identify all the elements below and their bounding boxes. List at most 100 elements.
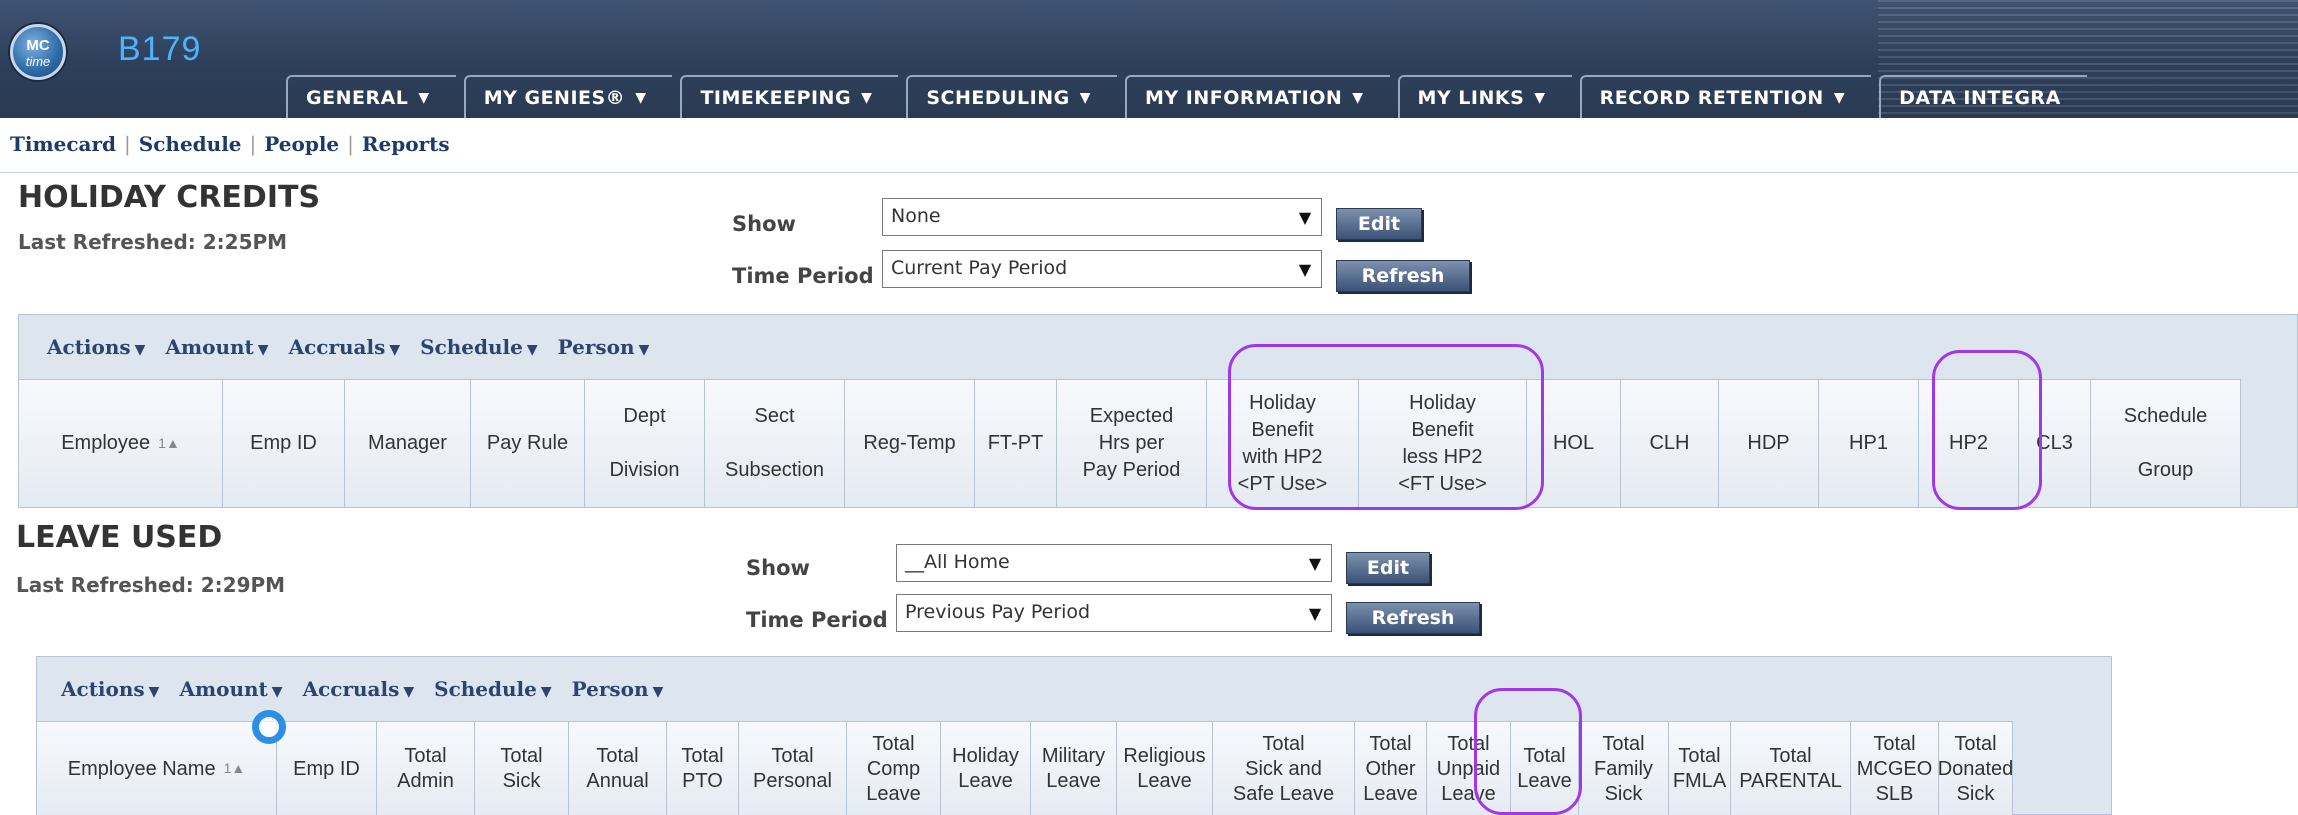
col-holiday-benefit-less-hp2[interactable]: Holiday Benefit less HP2 <FT Use> bbox=[1359, 380, 1527, 507]
sort-ascending-icon[interactable]: 1▲ bbox=[158, 434, 180, 453]
holiday-show-select[interactable]: None ▼ bbox=[882, 198, 1322, 236]
leave-used-last-refreshed: Last Refreshed: 2:29PM bbox=[16, 573, 286, 597]
menu-general[interactable]: GENERAL ▼ bbox=[286, 75, 456, 118]
menu-label: MY LINKS bbox=[1417, 86, 1525, 109]
holiday-time-period-select[interactable]: Current Pay Period ▼ bbox=[882, 250, 1322, 288]
col-total-admin[interactable]: Total Admin bbox=[377, 722, 475, 815]
col-total-sick[interactable]: Total Sick bbox=[475, 722, 569, 815]
col-hdp[interactable]: HDP bbox=[1719, 380, 1819, 507]
col-total-comp-leave[interactable]: Total Comp Leave bbox=[847, 722, 941, 815]
menu-my-genies[interactable]: MY GENIES® ▼ bbox=[463, 75, 673, 118]
toolbar-accruals-menu[interactable]: Accruals ▼ bbox=[303, 677, 415, 701]
leave-refresh-button[interactable]: Refresh bbox=[1346, 602, 1480, 634]
col-hp2[interactable]: HP2 bbox=[1919, 380, 2019, 507]
nav-link-people[interactable]: People bbox=[264, 132, 339, 156]
col-total-leave[interactable]: Total Leave bbox=[1511, 722, 1579, 815]
leave-edit-button[interactable]: Edit bbox=[1346, 552, 1430, 584]
col-employee[interactable]: Employee 1▲ bbox=[19, 380, 223, 507]
nav-separator: | bbox=[347, 132, 354, 156]
holiday-grid-toolbar: Actions ▼ Amount ▼ Accruals ▼ Schedule ▼ Per… bbox=[19, 315, 2297, 379]
nav-separator: | bbox=[124, 132, 131, 156]
menu-data-integrity[interactable]: DATA INTEGRA bbox=[1879, 75, 2087, 118]
col-total-personal[interactable]: Total Personal bbox=[739, 722, 847, 815]
col-total-pto[interactable]: Total PTO bbox=[667, 722, 739, 815]
mouse-cursor-indicator bbox=[252, 710, 286, 744]
toolbar-label: Amount bbox=[165, 335, 254, 359]
col-dept-division[interactable]: Dept Division bbox=[585, 380, 705, 507]
col-total-fmla[interactable]: Total FMLA bbox=[1669, 722, 1731, 815]
leave-show-select[interactable]: __All Home ▼ bbox=[896, 544, 1332, 582]
dropdown-arrow-icon[interactable]: ▼ bbox=[1299, 595, 1331, 631]
dropdown-arrow-icon[interactable]: ▼ bbox=[1289, 199, 1321, 235]
col-holiday-leave[interactable]: Holiday Leave bbox=[941, 722, 1031, 815]
menu-my-information[interactable]: MY INFORMATION ▼ bbox=[1125, 75, 1390, 118]
col-total-unpaid-leave[interactable]: Total Unpaid Leave bbox=[1427, 722, 1511, 815]
column-label: Religious Leave bbox=[1123, 745, 1206, 792]
col-religious-leave[interactable]: Religious Leave bbox=[1117, 722, 1213, 815]
col-ft-pt[interactable]: FT-PT bbox=[975, 380, 1057, 507]
menu-my-links[interactable]: MY LINKS ▼ bbox=[1397, 75, 1572, 118]
caret-down-icon: ▼ bbox=[1833, 89, 1846, 106]
col-manager[interactable]: Manager bbox=[345, 380, 471, 507]
col-emp-id[interactable]: Emp ID bbox=[223, 380, 345, 507]
col-holiday-benefit-with-hp2[interactable]: Holiday Benefit with HP2 <PT Use> bbox=[1207, 380, 1359, 507]
column-label: Total Other Leave bbox=[1363, 732, 1418, 805]
sort-ascending-icon[interactable]: 1▲ bbox=[224, 760, 246, 778]
column-label: Holiday Benefit less HP2 <FT Use> bbox=[1398, 391, 1487, 495]
leave-column-headers: Employee Name 1▲ Emp ID Total Admin Total… bbox=[37, 721, 2013, 815]
col-pay-rule[interactable]: Pay Rule bbox=[471, 380, 585, 507]
col-employee-name[interactable]: Employee Name 1▲ bbox=[37, 722, 277, 815]
nav-link-reports[interactable]: Reports bbox=[362, 132, 450, 156]
nav-link-timecard[interactable]: Timecard bbox=[10, 132, 116, 156]
toolbar-actions-menu[interactable]: Actions ▼ bbox=[61, 677, 159, 701]
holiday-refresh-button[interactable]: Refresh bbox=[1336, 260, 1470, 292]
leave-time-period-select[interactable]: Previous Pay Period ▼ bbox=[896, 594, 1332, 632]
menu-timekeeping[interactable]: TIMEKEEPING ▼ bbox=[680, 75, 899, 118]
col-emp-id[interactable]: Emp ID bbox=[277, 722, 377, 815]
holiday-credits-title: HOLIDAY CREDITS bbox=[18, 180, 321, 215]
col-total-mcgeo-slb[interactable]: Total MCGEO SLB bbox=[1851, 722, 1939, 815]
col-total-parental[interactable]: Total PARENTAL bbox=[1731, 722, 1851, 815]
column-label: Total Sick bbox=[500, 745, 543, 792]
toolbar-amount-menu[interactable]: Amount ▼ bbox=[179, 677, 282, 701]
col-hp1[interactable]: HP1 bbox=[1819, 380, 1919, 507]
toolbar-label: Amount bbox=[179, 677, 268, 701]
toolbar-schedule-menu[interactable]: Schedule ▼ bbox=[420, 335, 538, 359]
column-label: Reg-Temp bbox=[863, 432, 956, 454]
nav-link-schedule[interactable]: Schedule bbox=[139, 132, 242, 156]
toolbar-accruals-menu[interactable]: Accruals ▼ bbox=[289, 335, 401, 359]
menu-record-retention[interactable]: RECORD RETENTION ▼ bbox=[1579, 75, 1872, 118]
toolbar-amount-menu[interactable]: Amount ▼ bbox=[165, 335, 268, 359]
toolbar-person-menu[interactable]: Person ▼ bbox=[572, 677, 664, 701]
toolbar-person-menu[interactable]: Person ▼ bbox=[558, 335, 650, 359]
col-total-other-leave[interactable]: Total Other Leave bbox=[1355, 722, 1427, 815]
column-label: Total Unpaid Leave bbox=[1436, 732, 1501, 805]
column-label: Total Family Sick bbox=[1594, 732, 1653, 805]
col-total-annual[interactable]: Total Annual bbox=[569, 722, 667, 815]
col-cl3[interactable]: CL3 bbox=[2019, 380, 2091, 507]
toolbar-label: Person bbox=[557, 335, 635, 359]
toolbar-actions-menu[interactable]: Actions ▼ bbox=[47, 335, 145, 359]
col-total-family-sick[interactable]: Total Family Sick bbox=[1579, 722, 1669, 815]
col-sect-subsection[interactable]: Sect Subsection bbox=[705, 380, 845, 507]
col-expected-hrs[interactable]: Expected Hrs per Pay Period bbox=[1057, 380, 1207, 507]
column-label: Expected Hrs per Pay Period bbox=[1082, 405, 1181, 481]
col-military-leave[interactable]: Military Leave bbox=[1031, 722, 1117, 815]
holiday-credits-grid: Actions ▼ Amount ▼ Accruals ▼ Schedule ▼ Per… bbox=[18, 314, 2298, 508]
holiday-edit-button[interactable]: Edit bbox=[1336, 208, 1422, 240]
main-menu: GENERAL ▼ MY GENIES® ▼ TIMEKEEPING ▼ SCHEDU… bbox=[286, 75, 2095, 118]
menu-scheduling[interactable]: SCHEDULING ▼ bbox=[906, 75, 1118, 118]
col-reg-temp[interactable]: Reg-Temp bbox=[845, 380, 975, 507]
dropdown-arrow-icon[interactable]: ▼ bbox=[1289, 251, 1321, 287]
col-schedule-group[interactable]: Schedule Group bbox=[2091, 380, 2241, 507]
toolbar-schedule-menu[interactable]: Schedule ▼ bbox=[434, 677, 552, 701]
column-label: Total Leave bbox=[1517, 745, 1572, 792]
col-total-donated-sick[interactable]: Total Donated Sick bbox=[1938, 722, 2013, 815]
leave-show-value: __All Home bbox=[905, 551, 1010, 573]
mctime-logo[interactable]: MC time bbox=[10, 24, 66, 80]
col-clh[interactable]: CLH bbox=[1621, 380, 1719, 507]
col-total-sick-safe-leave[interactable]: Total Sick and Safe Leave bbox=[1213, 722, 1355, 815]
dropdown-arrow-icon[interactable]: ▼ bbox=[1299, 545, 1331, 581]
column-label: HOL bbox=[1552, 432, 1595, 454]
col-hol[interactable]: HOL bbox=[1527, 380, 1621, 507]
